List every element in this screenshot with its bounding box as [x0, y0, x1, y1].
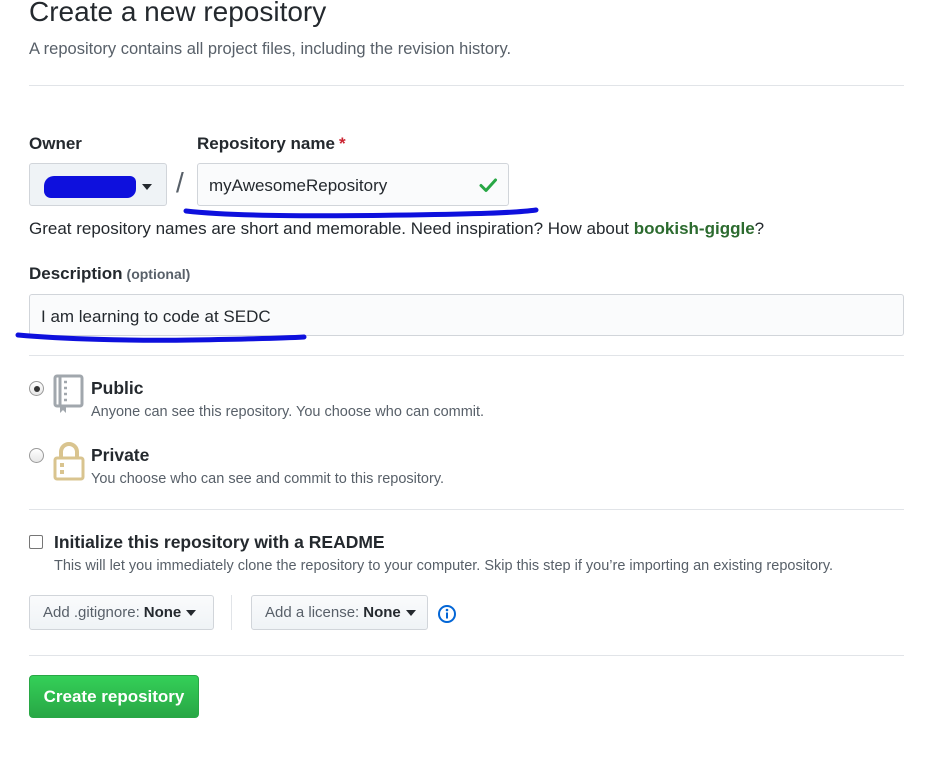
readme-desc: This will let you immediately clone the … [54, 558, 834, 574]
owner-redaction-scribble [44, 176, 136, 198]
chevron-down-icon [186, 609, 197, 616]
readme-checkbox[interactable] [29, 535, 43, 549]
repo-book-icon [53, 374, 84, 413]
readme-label[interactable]: Initialize this repository with a README [54, 532, 385, 553]
description-label: Description (optional) [29, 264, 190, 284]
section-divider-2 [29, 509, 904, 510]
private-desc: You choose who can see and commit to thi… [91, 471, 445, 487]
repo-name-input[interactable]: myAwesomeRepository [197, 163, 509, 206]
required-mark: * [338, 134, 346, 153]
hint-end: ? [754, 219, 765, 238]
public-desc: Anyone can see this repository. You choo… [91, 404, 485, 420]
repo-name-label: Repository name * [197, 134, 346, 154]
public-title: Public [91, 378, 144, 398]
hint-text: Great repository names are short and mem… [29, 219, 634, 238]
dropdown-separator [231, 595, 232, 630]
header-divider [29, 85, 904, 86]
check-icon [479, 178, 497, 192]
section-divider-1 [29, 355, 904, 356]
private-title: Private [91, 445, 150, 465]
owner-repo-separator: / [176, 167, 184, 198]
owner-label: Owner [29, 134, 82, 153]
page-subtitle: A repository contains all project files,… [29, 40, 512, 58]
section-divider-3 [29, 655, 904, 656]
info-icon[interactable] [437, 604, 457, 624]
repo-name-value: myAwesomeRepository [209, 176, 388, 195]
lock-icon [53, 442, 85, 481]
description-label-text: Description [29, 264, 123, 283]
license-value: None [363, 604, 401, 621]
license-label: Add a license: [265, 604, 360, 621]
name-suggestion-link[interactable]: bookish-giggle [634, 219, 755, 238]
gitignore-label: Add .gitignore: [43, 604, 140, 621]
page-title: Create a new repository [29, 0, 327, 27]
public-radio[interactable] [29, 381, 44, 396]
optional-tag: (optional) [126, 266, 191, 282]
license-dropdown[interactable]: Add a license: None [251, 595, 428, 630]
create-repository-button[interactable]: Create repository [29, 675, 199, 718]
gitignore-dropdown[interactable]: Add .gitignore: None [29, 595, 214, 630]
private-radio[interactable] [29, 448, 44, 463]
description-input[interactable]: I am learning to code at SEDC [29, 294, 904, 336]
chevron-down-icon [142, 184, 152, 190]
description-value: I am learning to code at SEDC [41, 307, 271, 326]
owner-select[interactable] [29, 163, 167, 206]
gitignore-value: None [143, 604, 182, 621]
repo-name-hint: Great repository names are short and mem… [29, 219, 764, 239]
repo-name-label-text: Repository name [197, 134, 335, 153]
chevron-down-icon [405, 609, 416, 616]
